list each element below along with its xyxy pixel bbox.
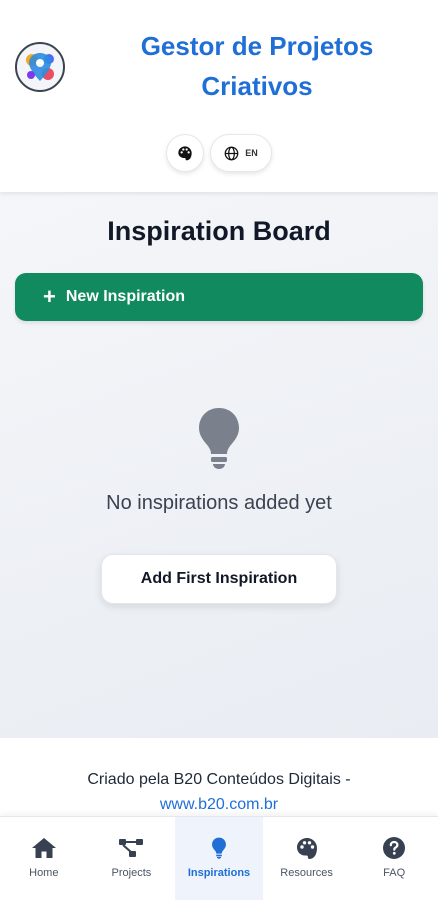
- empty-state-message: No inspirations added yet: [106, 492, 332, 514]
- nav-label-projects: Projects: [111, 867, 152, 879]
- nav-item-projects[interactable]: Projects: [88, 817, 176, 900]
- palette-icon: [294, 835, 320, 861]
- nav-item-resources[interactable]: Resources: [263, 817, 351, 900]
- logo-icon: [18, 45, 62, 89]
- footer: Criado pela B20 Conteúdos Digitais - www…: [0, 738, 438, 816]
- nav-label-inspirations: Inspirations: [187, 867, 251, 879]
- globe-icon: [224, 146, 239, 160]
- page-title: Inspiration Board: [107, 216, 331, 246]
- nav-item-faq[interactable]: FAQ: [350, 817, 438, 900]
- nav-label-faq: FAQ: [383, 867, 406, 879]
- new-inspiration-button[interactable]: + New Inspiration: [15, 273, 423, 321]
- nav-item-inspirations[interactable]: Inspirations: [175, 817, 263, 900]
- theme-toggle-button[interactable]: [166, 134, 204, 172]
- nav-label-home: Home: [29, 867, 59, 879]
- bottom-nav: Home Projects Inspirations Resources FAQ: [0, 816, 438, 900]
- new-inspiration-label: New Inspiration: [65, 288, 185, 305]
- lightbulb-icon: [199, 408, 239, 469]
- question-icon: [381, 835, 407, 861]
- nav-label-resources: Resources: [280, 867, 333, 879]
- language-switcher[interactable]: EN: [210, 134, 272, 172]
- app-title: Gestor de Projetos Criativos: [140, 31, 374, 101]
- add-first-inspiration-button[interactable]: Add First Inspiration: [101, 554, 337, 604]
- home-icon: [31, 835, 57, 861]
- language-code: EN: [245, 148, 258, 158]
- palette-icon: [178, 146, 192, 161]
- footer-credit: Criado pela B20 Conteúdos Digitais -: [87, 771, 351, 788]
- project-tree-icon: [118, 835, 144, 861]
- plus-icon: +: [43, 284, 56, 309]
- footer-website-link[interactable]: www.b20.com.br: [0, 796, 438, 814]
- app-logo[interactable]: [15, 42, 65, 92]
- lightbulb-icon: [206, 835, 232, 861]
- app-header: Gestor de Projetos Criativos EN: [0, 0, 438, 192]
- nav-item-home[interactable]: Home: [0, 817, 88, 900]
